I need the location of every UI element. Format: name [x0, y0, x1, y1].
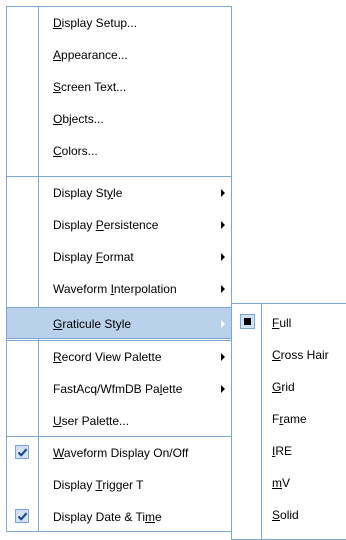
menu-item-label: Appearance...	[53, 48, 128, 62]
menu-item-display-date-time[interactable]: Display Date & Time	[7, 501, 231, 533]
menu-item-user-palette[interactable]: User Palette...	[7, 405, 231, 437]
submenu-item-full[interactable]: Full	[232, 307, 346, 339]
menu-item-label: Record View Palette	[53, 350, 162, 364]
menu-item-waveform-display-onoff[interactable]: Waveform Display On/Off	[7, 437, 231, 469]
submenu-item-label: Frame	[272, 412, 307, 426]
menu-item-objects[interactable]: Objects...	[7, 103, 231, 135]
submenu-arrow-icon	[221, 253, 225, 261]
menu-item-record-view-palette[interactable]: Record View Palette	[7, 341, 231, 373]
menu-item-screen-text[interactable]: Screen Text...	[7, 71, 231, 103]
menu-item-display-persistence[interactable]: Display Persistence	[7, 209, 231, 241]
selected-bullet-icon	[240, 314, 255, 329]
menu-item-label: Waveform Interpolation	[53, 282, 177, 296]
display-menu: Display Setup... Appearance... Screen Te…	[6, 6, 232, 532]
menu-item-label: Display Trigger T	[53, 478, 144, 492]
submenu-item-ire[interactable]: IRE	[232, 435, 346, 467]
menu-item-label: FastAcq/WfmDB Palette	[53, 382, 183, 396]
menu-item-graticule-style[interactable]: Graticule Style	[7, 307, 231, 339]
submenu-arrow-icon	[221, 353, 225, 361]
menu-item-appearance[interactable]: Appearance...	[7, 39, 231, 71]
menu-item-display-trigger-t[interactable]: Display Trigger T	[7, 469, 231, 501]
submenu-item-label: Full	[272, 316, 292, 330]
submenu-item-frame[interactable]: Frame	[232, 403, 346, 435]
menu-item-waveform-interpolation[interactable]: Waveform Interpolation	[7, 273, 231, 305]
menu-item-label: Display Format	[53, 250, 134, 264]
submenu-item-grid[interactable]: Grid	[232, 371, 346, 403]
submenu-item-label: Cross Hair	[272, 348, 329, 362]
submenu-arrow-icon	[221, 221, 225, 229]
submenu-arrow-icon	[221, 320, 225, 328]
submenu-arrow-icon	[221, 385, 225, 393]
submenu-item-label: Solid	[272, 508, 299, 522]
menu-item-label: Display Date & Time	[53, 510, 162, 524]
checkmark-icon	[15, 509, 29, 523]
submenu-item-label: Grid	[272, 380, 295, 394]
submenu-item-label: mV	[272, 476, 291, 490]
menu-item-display-setup[interactable]: Display Setup...	[7, 7, 231, 39]
submenu-item-solid[interactable]: Solid	[232, 499, 346, 531]
menu-item-label: Graticule Style	[53, 317, 132, 331]
menu-item-fastacq-wfmdb-palette[interactable]: FastAcq/WfmDB Palette	[7, 373, 231, 405]
submenu-item-cross-hair[interactable]: Cross Hair	[232, 339, 346, 371]
submenu-item-mv[interactable]: mV	[232, 467, 346, 499]
graticule-style-submenu: Full Cross Hair Grid Frame IRE mV Solid	[231, 303, 346, 540]
menu-item-label: Waveform Display On/Off	[53, 446, 189, 460]
menu-item-label: Display Style	[53, 186, 123, 200]
menu-item-display-format[interactable]: Display Format	[7, 241, 231, 273]
submenu-arrow-icon	[221, 189, 225, 197]
menu-item-label: Display Setup...	[53, 16, 138, 30]
menu-item-display-style[interactable]: Display Style	[7, 177, 231, 209]
submenu-arrow-icon	[221, 285, 225, 293]
checkmark-icon	[15, 445, 29, 459]
menu-item-label: Objects...	[53, 112, 104, 126]
menu-item-label: User Palette...	[53, 414, 130, 428]
menu-item-label: Display Persistence	[53, 218, 159, 232]
menu-item-label: Screen Text...	[53, 80, 127, 94]
submenu-item-label: IRE	[272, 444, 293, 458]
menu-item-colors[interactable]: Colors...	[7, 135, 231, 167]
menu-item-label: Colors...	[53, 144, 98, 158]
